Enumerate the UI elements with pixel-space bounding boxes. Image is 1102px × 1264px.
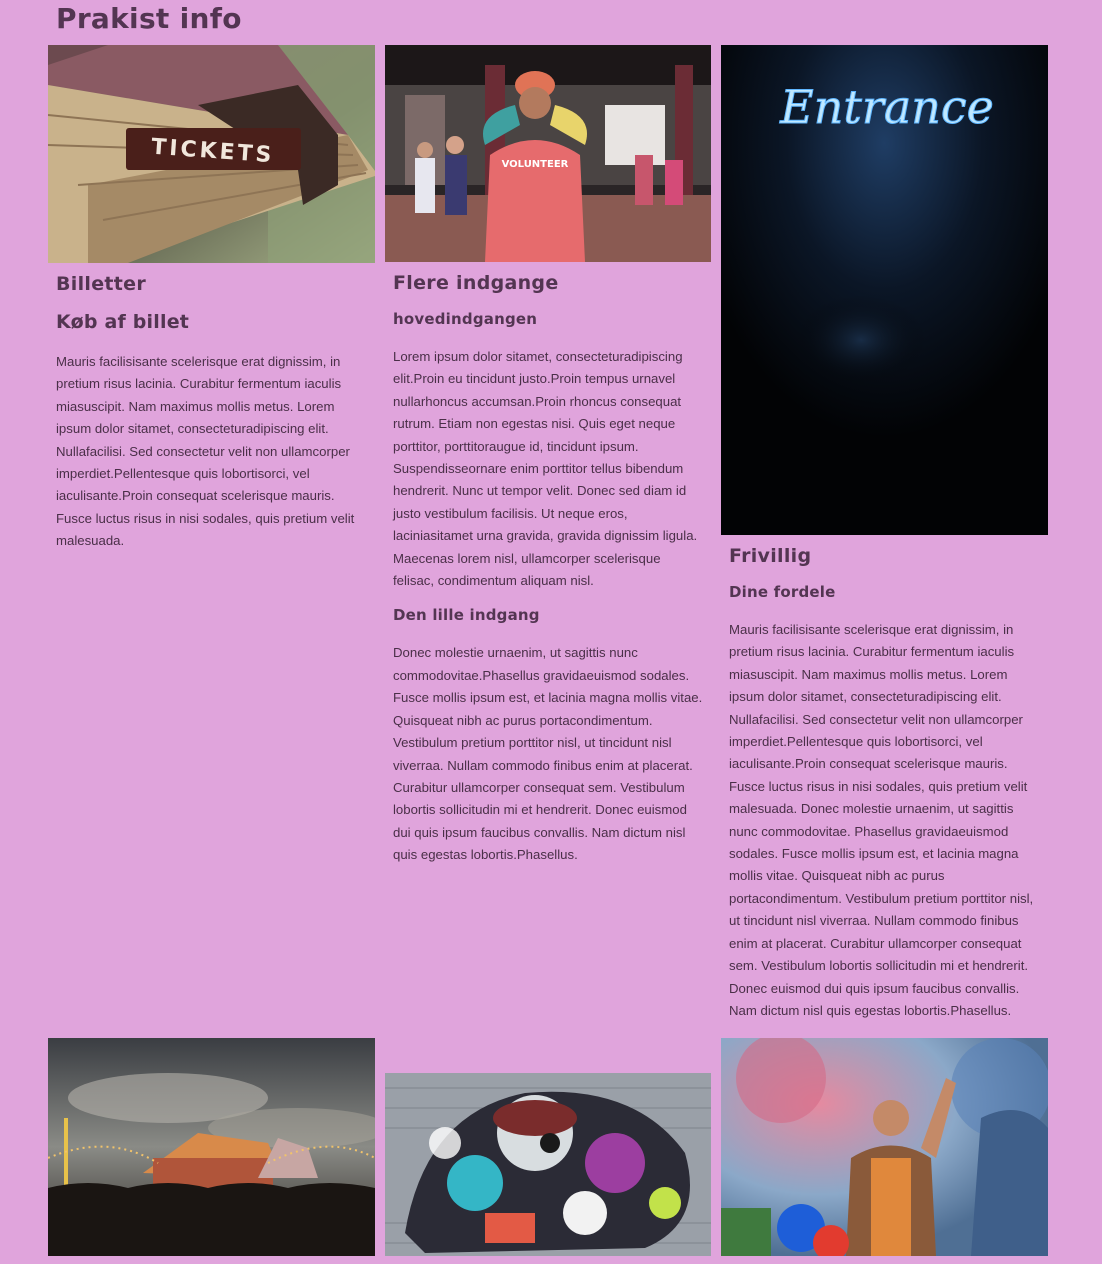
- section-body-2: Donec molestie urnaenim, ut sagittis nun…: [393, 645, 703, 863]
- entrance-neon-image: Entrance: [721, 45, 1048, 535]
- tickets-sign-image: TICKETS: [48, 45, 375, 263]
- info-column-flere-indgange: VOLUNTEER Flere indgange hovedindgangen …: [385, 45, 711, 867]
- page-title: Prakist info: [56, 2, 242, 35]
- svg-text:VOLUNTEER: VOLUNTEER: [502, 159, 569, 170]
- graffiti-wall-image: [385, 1073, 711, 1256]
- section-subheading: hovedindgangen: [393, 310, 538, 328]
- section-body: Mauris facilisisante scelerisque erat di…: [729, 622, 1034, 1018]
- section-heading: Billetter: [56, 273, 147, 295]
- section-subheading-2: Den lille indgang: [393, 606, 540, 625]
- section-heading: Frivillig: [729, 545, 812, 567]
- section-subheading: Køb af billet: [56, 311, 190, 333]
- info-column-frivillig: Entrance Frivillig Dine fordele Mauris f…: [721, 45, 1048, 1022]
- svg-text:Entrance: Entrance: [779, 80, 994, 134]
- section-heading: Flere indgange: [393, 272, 559, 294]
- color-powder-party-image: [721, 1038, 1048, 1256]
- info-column-billetter: TICKETS Billetter Køb af billet Mauris f…: [48, 45, 375, 553]
- section-body: Mauris facilisisante scelerisque erat di…: [56, 354, 355, 549]
- section-body: Lorem ipsum dolor sitamet, consecteturad…: [393, 349, 698, 589]
- section-subheading: Dine fordele: [729, 583, 836, 601]
- volunteer-image: VOLUNTEER: [385, 45, 711, 262]
- festival-stage-image: [48, 1038, 375, 1256]
